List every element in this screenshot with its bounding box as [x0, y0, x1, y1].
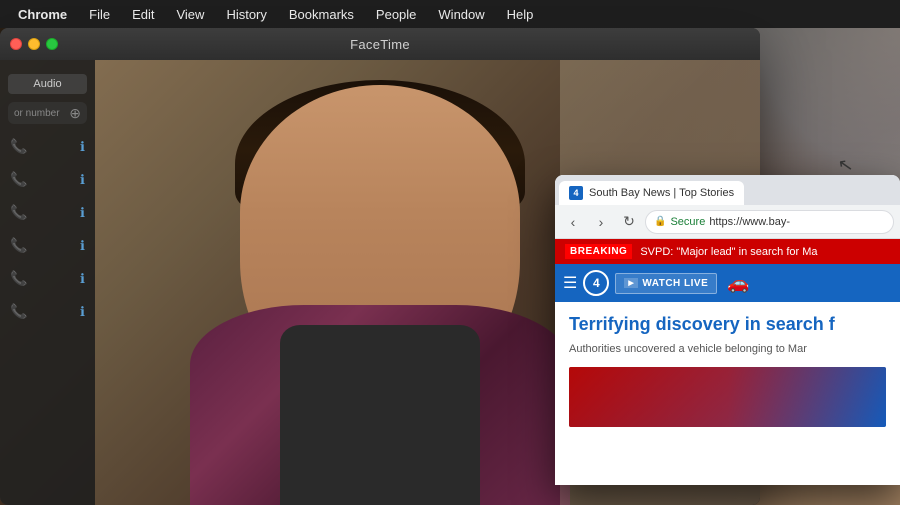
- phone-icon: 📞: [10, 171, 27, 188]
- breaking-label: BREAKING: [565, 244, 632, 259]
- menu-bookmarks[interactable]: Bookmarks: [279, 4, 364, 25]
- phone-icon: 📞: [10, 237, 27, 254]
- refresh-button[interactable]: ↻: [617, 210, 641, 234]
- minimize-button[interactable]: [28, 38, 40, 50]
- menu-help[interactable]: Help: [497, 4, 544, 25]
- contact-row[interactable]: 📞 ℹ: [0, 163, 95, 196]
- address-bar[interactable]: 🔒 Secure https://www.bay-: [645, 210, 894, 234]
- menu-view[interactable]: View: [166, 4, 214, 25]
- sidebar-top: Audio or number ⊕: [0, 68, 95, 130]
- watch-live-button[interactable]: ▶ WATCH LIVE: [615, 273, 717, 294]
- menu-edit[interactable]: Edit: [122, 4, 164, 25]
- hamburger-icon[interactable]: ☰: [563, 273, 577, 293]
- breaking-news-bar: BREAKING SVPD: "Major lead" in search fo…: [555, 239, 900, 264]
- contact-row[interactable]: 📞 ℹ: [0, 295, 95, 328]
- car-icon: 🚗: [727, 273, 749, 294]
- news-navbar: ☰ 4 ▶ WATCH LIVE 🚗: [555, 264, 900, 302]
- search-bar[interactable]: or number ⊕: [8, 102, 87, 124]
- person-undershirt: [280, 325, 480, 505]
- phone-icon: 📞: [10, 303, 27, 320]
- add-contact-icon[interactable]: ⊕: [69, 105, 81, 122]
- info-icon[interactable]: ℹ: [80, 205, 85, 221]
- menu-window[interactable]: Window: [428, 4, 494, 25]
- news-content: Terrifying discovery in search f Authori…: [555, 302, 900, 439]
- news-headline: Terrifying discovery in search f: [569, 314, 886, 336]
- back-button[interactable]: ‹: [561, 210, 585, 234]
- news-logo: 4: [583, 270, 609, 296]
- tab-title: South Bay News | Top Stories: [589, 187, 734, 199]
- lock-icon: 🔒: [654, 216, 666, 227]
- news-image-overlay: [569, 367, 886, 427]
- watch-live-label: WATCH LIVE: [642, 278, 708, 289]
- info-icon[interactable]: ℹ: [80, 139, 85, 155]
- close-button[interactable]: [10, 38, 22, 50]
- audio-button[interactable]: Audio: [8, 74, 87, 94]
- menu-file[interactable]: File: [79, 4, 120, 25]
- info-icon[interactable]: ℹ: [80, 304, 85, 320]
- browser-toolbar: ‹ › ↻ 🔒 Secure https://www.bay-: [555, 205, 900, 239]
- phone-icon: 📞: [10, 138, 27, 155]
- contact-row[interactable]: 📞 ℹ: [0, 130, 95, 163]
- info-icon[interactable]: ℹ: [80, 271, 85, 287]
- breaking-text: SVPD: "Major lead" in search for Ma: [640, 246, 817, 258]
- secure-label: Secure: [670, 216, 705, 228]
- contact-row[interactable]: 📞 ℹ: [0, 229, 95, 262]
- news-image: [569, 367, 886, 427]
- news-subtext: Authorities uncovered a vehicle belongin…: [569, 342, 886, 357]
- search-placeholder-text: or number: [14, 108, 60, 119]
- url-text: https://www.bay-: [709, 216, 790, 228]
- fullscreen-button[interactable]: [46, 38, 58, 50]
- contact-row[interactable]: 📞 ℹ: [0, 262, 95, 295]
- facetime-titlebar: FaceTime: [0, 28, 760, 60]
- tab-bar: 4 South Bay News | Top Stories: [555, 175, 900, 205]
- contact-row[interactable]: 📞 ℹ: [0, 196, 95, 229]
- menu-chrome[interactable]: Chrome: [8, 4, 77, 25]
- info-icon[interactable]: ℹ: [80, 238, 85, 254]
- browser-tab[interactable]: 4 South Bay News | Top Stories: [559, 181, 744, 205]
- traffic-lights: [10, 38, 58, 50]
- play-icon: ▶: [624, 278, 638, 288]
- tab-favicon: 4: [569, 186, 583, 200]
- menu-people[interactable]: People: [366, 4, 426, 25]
- forward-button[interactable]: ›: [589, 210, 613, 234]
- menu-history[interactable]: History: [216, 4, 276, 25]
- facetime-sidebar: Audio or number ⊕ 📞 ℹ 📞 ℹ 📞 ℹ 📞 ℹ 📞 ℹ: [0, 60, 95, 505]
- phone-icon: 📞: [10, 204, 27, 221]
- info-icon[interactable]: ℹ: [80, 172, 85, 188]
- browser-window: 4 South Bay News | Top Stories ‹ › ↻ 🔒 S…: [555, 175, 900, 485]
- facetime-title: FaceTime: [350, 37, 410, 52]
- menu-bar: Chrome File Edit View History Bookmarks …: [0, 0, 900, 28]
- phone-icon: 📞: [10, 270, 27, 287]
